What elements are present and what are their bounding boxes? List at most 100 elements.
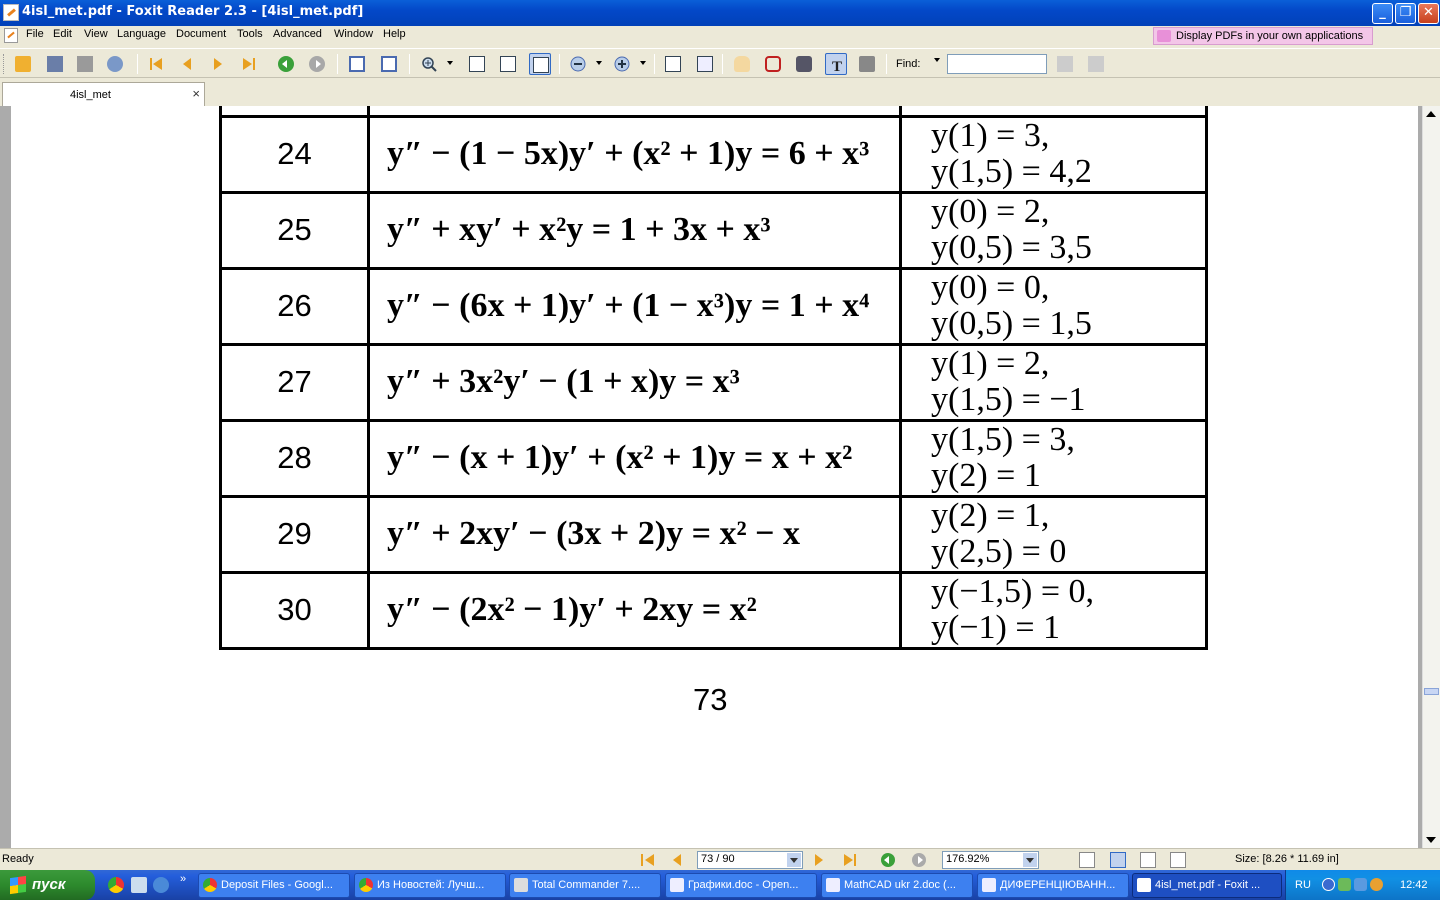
next-page-icon[interactable] <box>812 853 826 867</box>
fit-width-button[interactable] <box>529 53 551 75</box>
zoom-out-dropdown-arrow[interactable] <box>596 61 602 65</box>
page-number-input[interactable]: 73 / 90 <box>697 851 803 869</box>
previous-page-button[interactable] <box>176 53 198 75</box>
taskbar-button[interactable]: Total Commander 7.... <box>509 873 661 898</box>
menu-edit[interactable]: Edit <box>53 28 72 40</box>
taskbar-button[interactable]: Deposit Files - Googl... <box>198 873 350 898</box>
menu-file[interactable]: File <box>26 28 44 40</box>
rotate-right-button[interactable] <box>378 53 400 75</box>
search-button[interactable] <box>793 53 815 75</box>
menu-language[interactable]: Language <box>117 28 166 40</box>
start-button[interactable]: пуск <box>0 870 95 900</box>
zoom-in-button[interactable] <box>611 53 633 75</box>
tab-4isl-met[interactable]: 4isl_met × <box>2 82 205 106</box>
thumbnails-button[interactable] <box>694 53 716 75</box>
fit-page-button[interactable] <box>497 53 519 75</box>
scrollbar-thumb[interactable] <box>1424 688 1439 695</box>
foxit-app-icon[interactable] <box>3 4 19 21</box>
find-previous-button[interactable] <box>1054 53 1076 75</box>
menu-view[interactable]: View <box>84 28 108 40</box>
menu-advanced[interactable]: Advanced <box>273 28 322 40</box>
bookmark-icon <box>665 56 681 72</box>
back-tray-icon[interactable] <box>1322 878 1335 891</box>
promo-banner[interactable]: Display PDFs in your own applications <box>1153 27 1373 45</box>
language-indicator[interactable]: RU <box>1295 879 1311 891</box>
differential-equation: y″ + xy′ + x²y = 1 + 3x + x³ <box>367 190 902 270</box>
text-select-button[interactable]: T <box>825 53 847 75</box>
first-page-button[interactable] <box>145 53 167 75</box>
row-number: 30 <box>219 570 370 650</box>
find-options-arrow[interactable] <box>934 58 940 62</box>
tab-close-icon[interactable]: × <box>192 86 200 101</box>
continuous-facing-view-button[interactable] <box>1170 852 1186 868</box>
open-button[interactable] <box>12 53 34 75</box>
actual-size-button[interactable] <box>466 53 488 75</box>
chrome-quicklaunch-icon[interactable] <box>108 877 124 893</box>
menu-help[interactable]: Help <box>383 28 406 40</box>
next-page-button[interactable] <box>207 53 229 75</box>
scroll-down-icon[interactable] <box>1426 837 1436 843</box>
zoom-in-tool-button[interactable] <box>418 53 440 75</box>
zoom-out-button[interactable] <box>567 53 589 75</box>
document-icon[interactable] <box>4 28 18 43</box>
network-tray-icon[interactable] <box>1338 878 1351 891</box>
promo-text: Display PDFs in your own applications <box>1176 30 1364 42</box>
find-next-button[interactable] <box>1085 53 1107 75</box>
hand-tool-button[interactable] <box>731 53 753 75</box>
security-tray-icon[interactable] <box>1370 878 1383 891</box>
table-row: 24 y″ − (1 − 5x)y′ + (x² + 1)y = 6 + x³ … <box>219 114 1208 194</box>
menu-document[interactable]: Document <box>176 28 226 40</box>
monitor-tray-icon[interactable] <box>1354 878 1367 891</box>
browser-quicklaunch-icon[interactable] <box>153 877 169 893</box>
restore-button[interactable]: ❐ <box>1395 3 1416 24</box>
single-page-view-button[interactable] <box>1079 852 1095 868</box>
back-button[interactable] <box>275 53 297 75</box>
continuous-view-button[interactable] <box>1110 852 1126 868</box>
forward-arrow-icon[interactable] <box>911 852 927 868</box>
taskbar-button[interactable]: ДИФЕРЕНЦІЮВАНН... <box>977 873 1129 898</box>
back-arrow-icon[interactable] <box>880 852 896 868</box>
bookmarks-button[interactable] <box>662 53 684 75</box>
taskbar-button-label: Из Новостей: Лучш... <box>377 879 485 891</box>
forward-button[interactable] <box>306 53 328 75</box>
document-viewport[interactable]: 24 y″ − (1 − 5x)y′ + (x² + 1)y = 6 + x³ … <box>0 106 1440 848</box>
separator <box>137 54 138 74</box>
email-button[interactable] <box>104 53 126 75</box>
menu-window[interactable]: Window <box>334 28 373 40</box>
taskbar-button-active[interactable]: 4isl_met.pdf - Foxit ... <box>1132 873 1282 898</box>
tab-label: 4isl_met <box>70 89 111 101</box>
zoom-dropdown-arrow[interactable] <box>447 61 453 65</box>
previous-page-icon[interactable] <box>670 853 684 867</box>
close-button[interactable]: ✕ <box>1418 3 1439 24</box>
table-row: 26 y″ − (6x + 1)y′ + (1 − x³)y = 1 + x⁴ … <box>219 266 1208 346</box>
menu-tools[interactable]: Tools <box>237 28 263 40</box>
first-page-icon[interactable] <box>640 853 656 867</box>
zoom-in-dropdown-arrow[interactable] <box>640 61 646 65</box>
minimize-button[interactable]: _ <box>1372 3 1393 24</box>
separator <box>559 54 560 74</box>
facing-view-button[interactable] <box>1140 852 1156 868</box>
separator <box>654 54 655 74</box>
find-input[interactable] <box>947 54 1047 74</box>
toolbar-grip[interactable] <box>3 54 6 74</box>
zoom-level-input[interactable]: 176.92% <box>942 851 1039 869</box>
snapshot-button[interactable] <box>856 53 878 75</box>
find-previous-icon <box>1057 56 1073 72</box>
print-button[interactable] <box>74 53 96 75</box>
last-page-icon[interactable] <box>842 853 858 867</box>
taskbar-button[interactable]: Из Новостей: Лучш... <box>354 873 506 898</box>
page-dropdown-arrow[interactable] <box>787 853 801 867</box>
taskbar-button-label: MathCAD ukr 2.doc (... <box>844 879 956 891</box>
scroll-up-icon[interactable] <box>1426 111 1436 117</box>
annotate-button[interactable] <box>762 53 784 75</box>
quicklaunch-overflow-icon[interactable]: » <box>180 873 186 885</box>
save-button[interactable] <box>44 53 66 75</box>
explorer-quicklaunch-icon[interactable] <box>131 877 147 893</box>
taskbar-button[interactable]: MathCAD ukr 2.doc (... <box>821 873 973 898</box>
last-page-button[interactable] <box>238 53 260 75</box>
taskbar-button[interactable]: Графики.doc - Open... <box>665 873 817 898</box>
vertical-scrollbar[interactable] <box>1422 106 1440 848</box>
separator <box>337 54 338 74</box>
rotate-left-button[interactable] <box>346 53 368 75</box>
zoom-dropdown-arrow[interactable] <box>1023 853 1037 867</box>
